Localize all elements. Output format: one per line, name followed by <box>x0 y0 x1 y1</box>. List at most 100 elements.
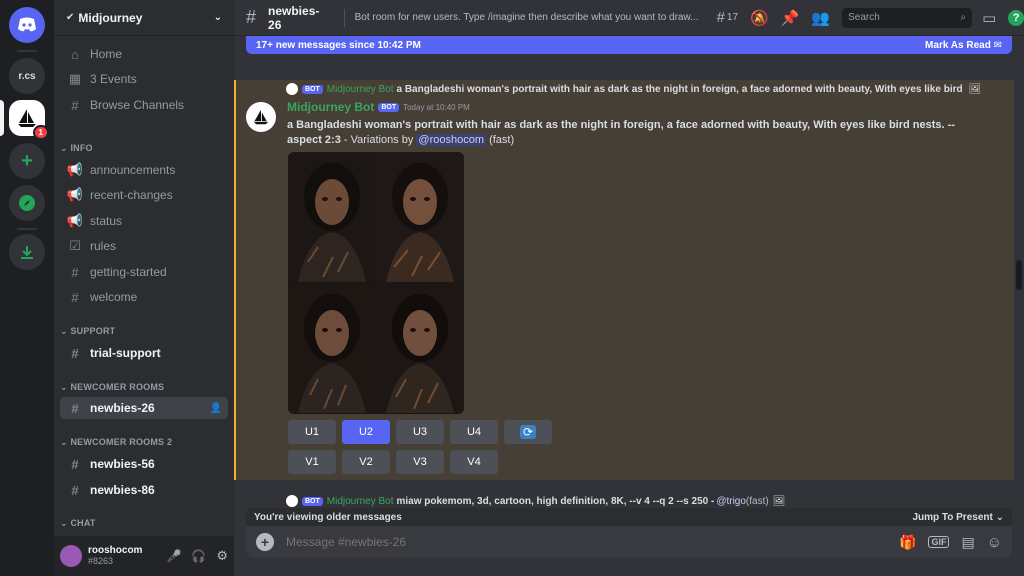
server-rcs[interactable]: r.cs <box>9 58 45 94</box>
portrait-image-1 <box>288 152 376 282</box>
home-icon: ⌂ <box>71 46 79 62</box>
user-tag: #8263 <box>88 556 114 566</box>
image-grid[interactable] <box>288 152 464 414</box>
upscale-button-3[interactable]: U3 <box>396 420 444 444</box>
message-list: BOT Midjourney Bot a Bangladeshi woman's… <box>234 54 1024 508</box>
gif-icon[interactable]: GIF <box>928 536 950 548</box>
variation-button-3[interactable]: V3 <box>396 450 444 474</box>
search-icon: ⌕ <box>960 12 967 23</box>
member-list-icon[interactable]: 👥 <box>811 9 830 27</box>
sidebar-item-events[interactable]: ▦ 3 Events <box>60 68 228 90</box>
reroll-button[interactable]: ⟳ <box>504 420 552 444</box>
user-panel: rooshocom #8263 🎤 🎧 ⚙ <box>54 536 234 576</box>
calendar-icon: ▦ <box>68 71 82 86</box>
discord-window: r.cs 1 + ✔ Midjourney ⌄ ⌂ Home ▦ 3 Events … <box>0 0 1024 576</box>
image-icon: 🖼 <box>772 495 786 507</box>
channel-status[interactable]: 📢 status <box>60 210 228 232</box>
header-divider <box>343 8 345 27</box>
discord-home-button[interactable] <box>9 7 45 43</box>
channel-getting-started[interactable]: # getting-started <box>60 261 228 283</box>
sidebar-item-home[interactable]: ⌂ Home <box>60 43 228 65</box>
channel-header: # newbies-26 Bot room for new users. Typ… <box>234 0 1024 36</box>
active-server-pill <box>0 100 4 136</box>
download-icon <box>21 246 33 259</box>
older-messages-bar: You're viewing older messages Jump To Pr… <box>246 508 1012 526</box>
upscale-button-2[interactable]: U2 <box>342 420 390 444</box>
server-name: Midjourney <box>78 10 143 25</box>
announcement-icon: 📢 <box>66 213 84 228</box>
chevron-down-icon: ⌄ <box>213 12 222 23</box>
mute-microphone-icon[interactable]: 🎤 <box>166 549 181 563</box>
mark-as-read-button[interactable]: Mark As Read ✉ <box>925 40 1002 51</box>
user-mention[interactable]: @rooshocom <box>416 134 487 146</box>
reply-avatar <box>286 83 298 95</box>
timestamp: Today at 10:40 PM <box>403 102 470 112</box>
threads-icon[interactable]: #17 <box>717 9 738 26</box>
hash-icon: # <box>71 345 79 361</box>
announcement-icon: 📢 <box>66 187 84 202</box>
channel-topic[interactable]: Bot room for new users. Type /imagine th… <box>355 12 709 23</box>
notification-muted-icon[interactable]: 🔕 <box>750 9 769 27</box>
channel-newbies-26[interactable]: # newbies-26 👤 <box>60 397 228 419</box>
scrollbar-thumb[interactable] <box>1016 260 1022 290</box>
emoji-icon[interactable]: ☺ <box>987 534 1002 551</box>
reply-avatar <box>286 495 298 507</box>
compass-icon <box>19 195 35 211</box>
channel-newbies-86[interactable]: # newbies-86 <box>60 479 228 501</box>
rail-separator <box>17 228 37 230</box>
category-chat[interactable]: ⌄ CHAT <box>60 518 96 529</box>
channel-recent-changes[interactable]: 📢 recent-changes <box>60 184 228 206</box>
explore-servers-button[interactable] <box>9 185 45 221</box>
category-newcomer-rooms[interactable]: ⌄ NEWCOMER ROOMS <box>60 382 164 393</box>
channel-announcements[interactable]: 📢 announcements <box>60 159 228 181</box>
variation-button-1[interactable]: V1 <box>288 450 336 474</box>
midjourney-sailboat-icon <box>253 109 269 125</box>
reply-reference[interactable]: BOT Midjourney Bot a Bangladeshi woman's… <box>286 83 1006 95</box>
avatar[interactable] <box>60 545 82 567</box>
upscale-button-4[interactable]: U4 <box>450 420 498 444</box>
channel-trial-support[interactable]: # trial-support <box>60 342 228 364</box>
threads-hash-icon: # <box>246 7 257 27</box>
channel-rules[interactable]: ☑ rules <box>60 235 228 257</box>
variation-button-4[interactable]: V4 <box>450 450 498 474</box>
username: rooshocom <box>88 545 143 556</box>
message-input[interactable] <box>286 535 891 549</box>
browse-channels-icon: # <box>71 97 79 113</box>
gift-icon[interactable]: 🎁 <box>899 534 916 551</box>
user-mention[interactable]: @trigo <box>716 496 746 507</box>
jump-to-present-button[interactable]: Jump To Present ⌄ <box>912 512 1004 523</box>
server-header[interactable]: ✔ Midjourney ⌄ <box>54 0 234 36</box>
upscale-button-1[interactable]: U1 <box>288 420 336 444</box>
category-support[interactable]: ⌄ SUPPORT <box>60 326 115 337</box>
add-member-icon[interactable]: 👤 <box>210 403 222 414</box>
variation-button-2[interactable]: V2 <box>342 450 390 474</box>
pin-icon[interactable]: 📌 <box>781 9 800 27</box>
category-newcomer-rooms-2[interactable]: ⌄ NEWCOMER ROOMS 2 <box>60 437 172 448</box>
threads-hash-icon: # <box>71 400 79 416</box>
add-server-button[interactable]: + <box>9 143 45 179</box>
portrait-image-3 <box>288 283 376 413</box>
inbox-icon[interactable]: ▭ <box>982 9 996 27</box>
category-info[interactable]: ⌄ INFO <box>60 143 93 154</box>
server-midjourney[interactable]: 1 <box>9 100 49 140</box>
avatar[interactable] <box>246 102 276 132</box>
threads-hash-icon: # <box>71 456 79 472</box>
settings-gear-icon[interactable]: ⚙ <box>216 548 228 564</box>
discord-logo-icon <box>18 17 36 32</box>
headphones-icon[interactable]: 🎧 <box>191 549 206 563</box>
search-input[interactable]: Search ⌕ <box>842 7 973 28</box>
author-name[interactable]: Midjourney Bot <box>287 100 374 114</box>
help-icon[interactable]: ? <box>1008 9 1024 26</box>
download-apps-button[interactable] <box>9 234 45 270</box>
channel-newbies-56[interactable]: # newbies-56 <box>60 453 228 475</box>
reply-reference[interactable]: BOT Midjourney Bot miaw pokemom, 3d, car… <box>286 495 1006 507</box>
portrait-image-4 <box>376 283 464 413</box>
channel-welcome[interactable]: # welcome <box>60 286 228 308</box>
sticker-icon[interactable]: ▤ <box>961 534 974 551</box>
channel-sidebar: ✔ Midjourney ⌄ ⌂ Home ▦ 3 Events # Browse C… <box>54 0 234 576</box>
sidebar-item-browse-channels[interactable]: # Browse Channels <box>60 94 228 116</box>
new-messages-banner[interactable]: 17+ new messages since 10:42 PM Mark As … <box>246 36 1012 54</box>
chat-area: # newbies-26 Bot room for new users. Typ… <box>234 0 1024 576</box>
attach-plus-icon[interactable]: + <box>256 533 274 551</box>
threads-hash-icon: # <box>71 482 79 498</box>
